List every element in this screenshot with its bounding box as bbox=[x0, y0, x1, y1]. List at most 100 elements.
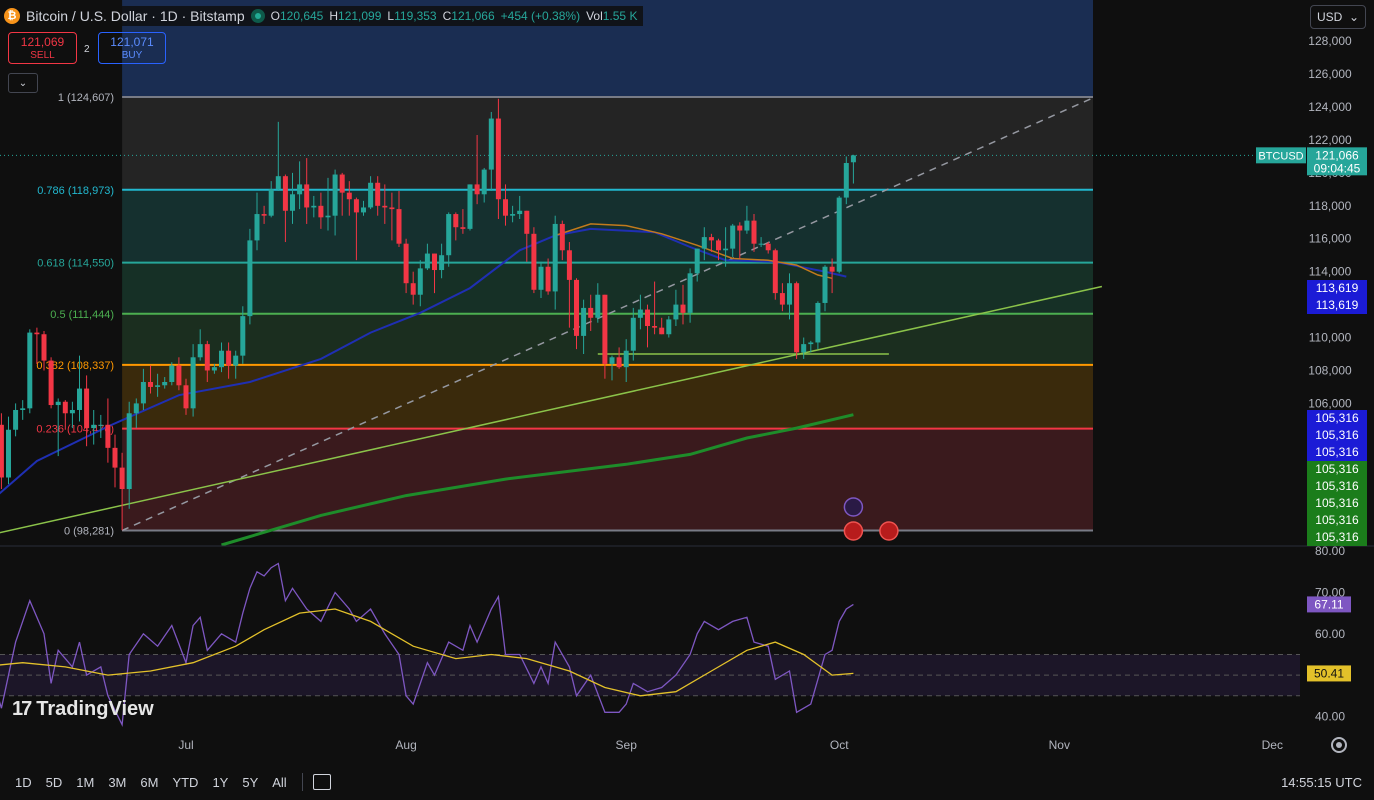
candle-body bbox=[581, 307, 587, 336]
candle-body bbox=[659, 327, 665, 335]
price-axis-tick: 126,000 bbox=[1308, 67, 1352, 81]
candle-body bbox=[424, 253, 430, 269]
candle-body bbox=[126, 413, 132, 490]
range-button-1m[interactable]: 1M bbox=[69, 775, 101, 790]
range-button-all[interactable]: All bbox=[265, 775, 293, 790]
candle-body bbox=[297, 184, 303, 195]
level-price-badge-label: 105,316 bbox=[1315, 428, 1359, 442]
candle-body bbox=[112, 447, 118, 468]
candle-body bbox=[77, 388, 82, 410]
ohlc-value: 1.55 K bbox=[602, 9, 638, 23]
buy-button[interactable]: 121,071 BUY bbox=[98, 32, 166, 64]
tradingview-name: TradingView bbox=[36, 698, 154, 720]
price-axis-tick: 128,000 bbox=[1308, 34, 1352, 48]
candle-body bbox=[432, 253, 437, 271]
candle-body bbox=[410, 283, 416, 295]
rsi-ma-value: 50.41 bbox=[1314, 666, 1344, 680]
candle-body bbox=[226, 350, 232, 366]
candle-body bbox=[119, 467, 125, 490]
candle-body bbox=[233, 355, 239, 366]
range-button-ytd[interactable]: YTD bbox=[165, 775, 205, 790]
range-button-6m[interactable]: 6M bbox=[133, 775, 165, 790]
candle-body bbox=[836, 197, 842, 272]
candle-body bbox=[162, 381, 168, 386]
candle-body bbox=[453, 214, 459, 228]
candle-body bbox=[474, 184, 480, 195]
utc-clock[interactable]: 14:55:15 UTC bbox=[1281, 775, 1362, 790]
ohlc-item: C121,066 bbox=[443, 9, 495, 23]
symbol-badge-label: BTCUSD bbox=[1258, 150, 1303, 162]
candle-body bbox=[772, 250, 778, 294]
candle-body bbox=[197, 344, 203, 358]
time-axis-label: Aug bbox=[395, 738, 416, 752]
currency-select[interactable]: USD ⌄ bbox=[1310, 5, 1366, 29]
candle-body bbox=[666, 319, 672, 335]
candle-body bbox=[758, 243, 764, 245]
candle-body bbox=[6, 429, 11, 478]
ohlc-item: Vol1.55 K bbox=[586, 9, 637, 23]
fib-zone bbox=[122, 189, 1094, 263]
candle-body bbox=[0, 424, 4, 478]
candle-body bbox=[708, 237, 714, 241]
candle-body bbox=[751, 220, 757, 244]
candle-body bbox=[69, 409, 75, 414]
candle-body bbox=[304, 184, 310, 208]
ohlc-key: H bbox=[329, 9, 339, 23]
candle-body bbox=[595, 294, 601, 318]
level-price-badge-label: 105,316 bbox=[1315, 530, 1359, 544]
fib-zone bbox=[122, 262, 1094, 314]
candle-body bbox=[34, 332, 40, 335]
ohlc-value: 121,066 bbox=[451, 9, 495, 23]
candle-body bbox=[403, 243, 409, 284]
range-button-1y[interactable]: 1Y bbox=[205, 775, 235, 790]
chevron-down-icon[interactable]: ⌄ bbox=[8, 73, 38, 93]
gear-icon[interactable] bbox=[1331, 737, 1347, 753]
ohlc-item: H121,099 bbox=[329, 9, 381, 23]
candle-body bbox=[148, 381, 153, 387]
range-button-1d[interactable]: 1D bbox=[8, 775, 39, 790]
range-button-5y[interactable]: 5Y bbox=[235, 775, 265, 790]
range-button-5d[interactable]: 5D bbox=[39, 775, 70, 790]
candle-body bbox=[687, 273, 693, 313]
candle-body bbox=[439, 255, 445, 271]
candle-body bbox=[481, 169, 487, 195]
candle-body bbox=[339, 174, 345, 193]
candle-body bbox=[41, 334, 47, 361]
candle-body bbox=[311, 205, 317, 208]
candle-body bbox=[176, 365, 182, 386]
buy-label: BUY bbox=[121, 50, 143, 61]
candle-body bbox=[460, 227, 466, 229]
candle-body bbox=[808, 342, 814, 345]
candle-body bbox=[105, 424, 111, 448]
candle-body bbox=[190, 357, 196, 409]
time-axis-label: Sep bbox=[616, 738, 638, 752]
candle-body bbox=[637, 309, 643, 318]
chart-header: ₿ Bitcoin / U.S. Dollar · 1D · Bitstamp … bbox=[4, 6, 644, 26]
ohlc-key: Vol bbox=[586, 9, 603, 23]
sell-button[interactable]: 121,069 SELL bbox=[8, 32, 77, 64]
candle-body bbox=[27, 332, 33, 409]
chart-canvas[interactable]: 1 (124,607) 0.786 (118,973) 0.618 (114,550… bbox=[0, 0, 1374, 800]
candle-body bbox=[55, 401, 61, 406]
candle-body bbox=[829, 266, 835, 272]
candle-body bbox=[822, 266, 828, 303]
symbol-title[interactable]: Bitcoin / U.S. Dollar · 1D · Bitstamp bbox=[26, 8, 245, 24]
spread-value: 2 bbox=[84, 44, 90, 55]
candle-body bbox=[524, 210, 530, 234]
candle-body bbox=[169, 365, 175, 382]
time-axis-label: Oct bbox=[830, 738, 849, 752]
candle-body bbox=[574, 279, 579, 336]
candle-body bbox=[389, 207, 395, 210]
level-price-badge-label: 105,316 bbox=[1315, 496, 1359, 510]
candle-body bbox=[673, 304, 679, 320]
candle-body bbox=[744, 220, 750, 231]
candle-body bbox=[545, 266, 551, 292]
fib-level-label: 0.5 (111,444) bbox=[50, 309, 114, 321]
candle-body bbox=[779, 293, 785, 305]
range-button-3m[interactable]: 3M bbox=[101, 775, 133, 790]
level-price-badge-label: 105,316 bbox=[1315, 445, 1359, 459]
lightning-icon bbox=[843, 497, 864, 517]
candle-body bbox=[801, 344, 807, 353]
calendar-icon[interactable] bbox=[312, 774, 331, 790]
candle-body bbox=[645, 309, 650, 327]
